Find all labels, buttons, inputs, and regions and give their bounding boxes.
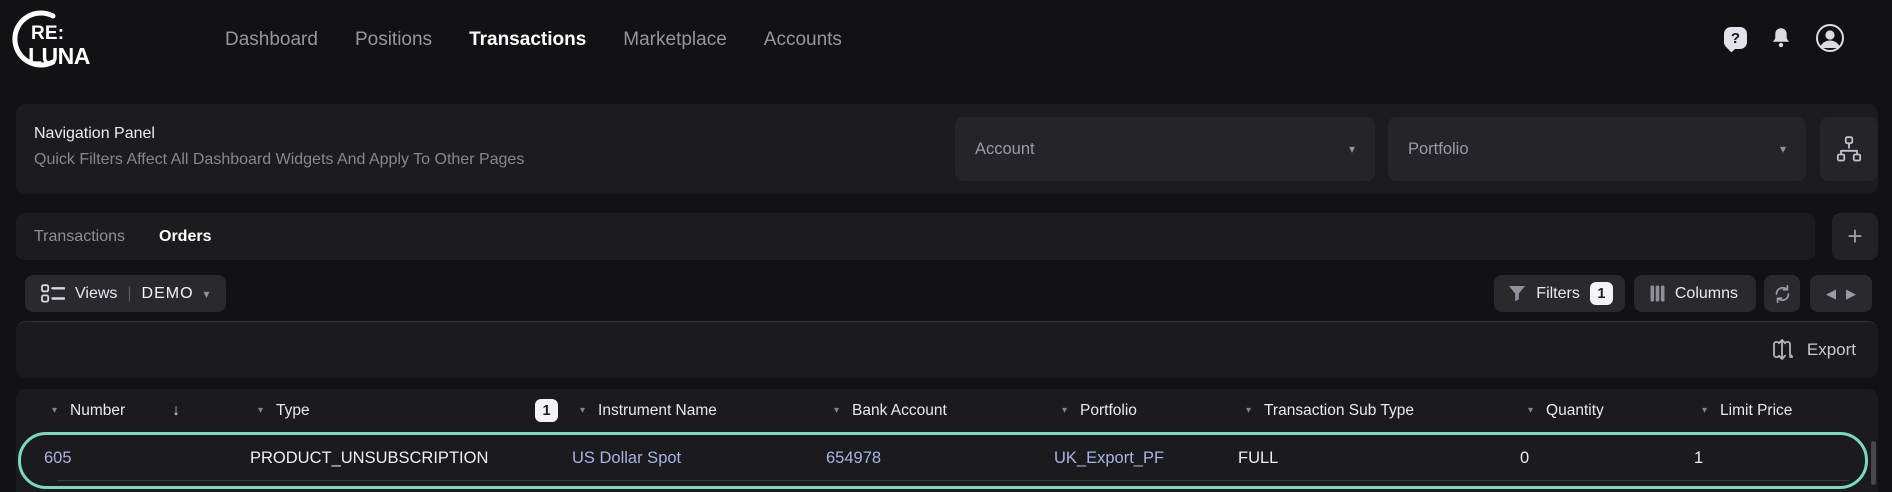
filters-label: Filters bbox=[1536, 285, 1580, 303]
tab-orders[interactable]: Orders bbox=[159, 228, 211, 246]
plus-icon: + bbox=[1847, 221, 1862, 252]
chevron-down-icon: ▾ bbox=[204, 288, 210, 300]
column-menu-icon[interactable]: ▾ bbox=[834, 405, 839, 416]
columns-button[interactable]: Columns bbox=[1634, 275, 1756, 312]
panel-subtitle: Quick Filters Affect All Dashboard Widge… bbox=[34, 151, 524, 169]
panel-title: Navigation Panel bbox=[34, 125, 155, 143]
quick-filters-panel: Navigation Panel Quick Filters Affect Al… bbox=[16, 104, 1878, 194]
cell-bank-account[interactable]: 654978 bbox=[826, 449, 1054, 468]
column-header-number[interactable]: ▾ Number ↓ bbox=[44, 389, 250, 432]
column-header-quantity[interactable]: ▾ Quantity bbox=[1520, 389, 1694, 432]
account-dropdown[interactable]: Account ▾ bbox=[955, 117, 1375, 181]
column-label: Portfolio bbox=[1080, 402, 1137, 420]
brand-line1: RE: bbox=[31, 23, 64, 45]
tabs-bar: Transactions Orders bbox=[16, 213, 1815, 260]
brand-line2: LUNA bbox=[28, 43, 90, 70]
portfolio-dropdown[interactable]: Portfolio ▾ bbox=[1388, 117, 1806, 181]
cell-type: PRODUCT_UNSUBSCRIPTION bbox=[250, 449, 572, 468]
filters-count-badge: 1 bbox=[1590, 282, 1613, 305]
column-header-bank-account[interactable]: ▾ Bank Account bbox=[826, 389, 1054, 432]
account-dropdown-placeholder: Account bbox=[975, 140, 1035, 159]
column-header-portfolio[interactable]: ▾ Portfolio bbox=[1054, 389, 1238, 432]
add-tab-button[interactable]: + bbox=[1832, 213, 1878, 260]
column-menu-icon[interactable]: ▾ bbox=[1246, 405, 1251, 416]
column-header-limit-price[interactable]: ▾ Limit Price bbox=[1694, 389, 1882, 432]
column-label: Instrument Name bbox=[598, 402, 717, 420]
chevron-down-icon: ▾ bbox=[1349, 143, 1355, 155]
column-menu-icon[interactable]: ▾ bbox=[258, 405, 263, 416]
arrow-left-icon[interactable]: ◀ bbox=[1826, 287, 1836, 300]
chevron-down-icon: ▾ bbox=[1780, 143, 1786, 155]
top-right-icons: ? bbox=[1724, 0, 1845, 76]
toolbar-right-group: Filters 1 Columns ◀ ▶ bbox=[1494, 275, 1872, 312]
cell-limit-price: 1 bbox=[1694, 449, 1882, 468]
column-label: Quantity bbox=[1546, 402, 1604, 420]
main-nav: Dashboard Positions Transactions Marketp… bbox=[225, 0, 842, 80]
cell-quantity: 0 bbox=[1520, 449, 1694, 468]
table-row-selected[interactable]: 605 PRODUCT_UNSUBSCRIPTION US Dollar Spo… bbox=[18, 432, 1868, 489]
views-label: Views bbox=[75, 285, 117, 303]
sitemap-icon bbox=[1836, 136, 1862, 162]
cell-portfolio[interactable]: UK_Export_PF bbox=[1054, 449, 1238, 468]
column-menu-icon[interactable]: ▾ bbox=[1062, 405, 1067, 416]
tab-transactions[interactable]: Transactions bbox=[34, 228, 125, 246]
row-divider bbox=[57, 480, 1849, 481]
export-row-panel: Export bbox=[16, 321, 1878, 378]
refresh-button[interactable] bbox=[1764, 275, 1800, 312]
portfolio-dropdown-placeholder: Portfolio bbox=[1408, 140, 1469, 159]
filter-funnel-icon bbox=[1508, 285, 1526, 302]
column-menu-icon[interactable]: ▾ bbox=[580, 405, 585, 416]
user-avatar-icon[interactable] bbox=[1815, 23, 1845, 53]
hierarchy-view-button[interactable] bbox=[1820, 117, 1878, 181]
column-header-type[interactable]: ▾ Type 1 bbox=[250, 389, 572, 432]
column-label: Type bbox=[276, 402, 310, 420]
column-label: Bank Account bbox=[852, 402, 947, 420]
table-row-content: 605 PRODUCT_UNSUBSCRIPTION US Dollar Spo… bbox=[21, 435, 1865, 481]
views-separator: | bbox=[127, 285, 131, 303]
table-toolbar: Views | DEMO ▾ Filters 1 Columns bbox=[16, 266, 1878, 321]
arrow-right-icon[interactable]: ▶ bbox=[1846, 287, 1856, 300]
views-current-value: DEMO bbox=[142, 285, 194, 303]
nav-item-marketplace[interactable]: Marketplace bbox=[623, 29, 727, 51]
brand-logo[interactable]: RE: LUNA bbox=[10, 6, 106, 76]
table-header-row: ▾ Number ↓ ▾ Type 1 ▾ Instrument Name ▾ … bbox=[16, 389, 1878, 432]
export-icon bbox=[1770, 337, 1794, 362]
sort-descending-icon[interactable]: ↓ bbox=[172, 402, 180, 420]
type-filter-count-badge: 1 bbox=[535, 399, 558, 422]
views-list-icon bbox=[41, 284, 65, 303]
cell-transaction-sub-type: FULL bbox=[1238, 449, 1520, 468]
vertical-scrollbar[interactable] bbox=[1871, 441, 1876, 485]
column-header-transaction-sub-type[interactable]: ▾ Transaction Sub Type bbox=[1238, 389, 1520, 432]
cell-number[interactable]: 605 bbox=[44, 449, 250, 468]
export-button[interactable]: Export bbox=[1770, 337, 1856, 362]
nav-item-dashboard[interactable]: Dashboard bbox=[225, 29, 318, 51]
column-label: Transaction Sub Type bbox=[1264, 402, 1414, 420]
nav-item-transactions[interactable]: Transactions bbox=[469, 29, 586, 51]
nav-item-positions[interactable]: Positions bbox=[355, 29, 432, 51]
views-selector[interactable]: Views | DEMO ▾ bbox=[25, 275, 226, 312]
notifications-bell-icon[interactable] bbox=[1770, 26, 1792, 50]
column-menu-icon[interactable]: ▾ bbox=[52, 405, 57, 416]
column-menu-icon[interactable]: ▾ bbox=[1702, 405, 1707, 416]
column-header-instrument-name[interactable]: ▾ Instrument Name bbox=[572, 389, 826, 432]
columns-label: Columns bbox=[1675, 285, 1738, 303]
filters-button[interactable]: Filters 1 bbox=[1494, 275, 1625, 312]
top-bar: RE: LUNA Dashboard Positions Transaction… bbox=[0, 0, 1892, 84]
column-label: Limit Price bbox=[1720, 402, 1792, 420]
orders-table-panel: ▾ Number ↓ ▾ Type 1 ▾ Instrument Name ▾ … bbox=[16, 389, 1878, 492]
help-icon[interactable]: ? bbox=[1724, 27, 1747, 49]
nav-item-accounts[interactable]: Accounts bbox=[764, 29, 842, 51]
refresh-icon bbox=[1772, 283, 1793, 305]
columns-icon bbox=[1650, 285, 1665, 302]
export-label: Export bbox=[1807, 340, 1856, 360]
cell-instrument-name[interactable]: US Dollar Spot bbox=[572, 449, 826, 468]
column-pager-button[interactable]: ◀ ▶ bbox=[1810, 275, 1872, 312]
column-menu-icon[interactable]: ▾ bbox=[1528, 405, 1533, 416]
column-label: Number bbox=[70, 402, 125, 420]
